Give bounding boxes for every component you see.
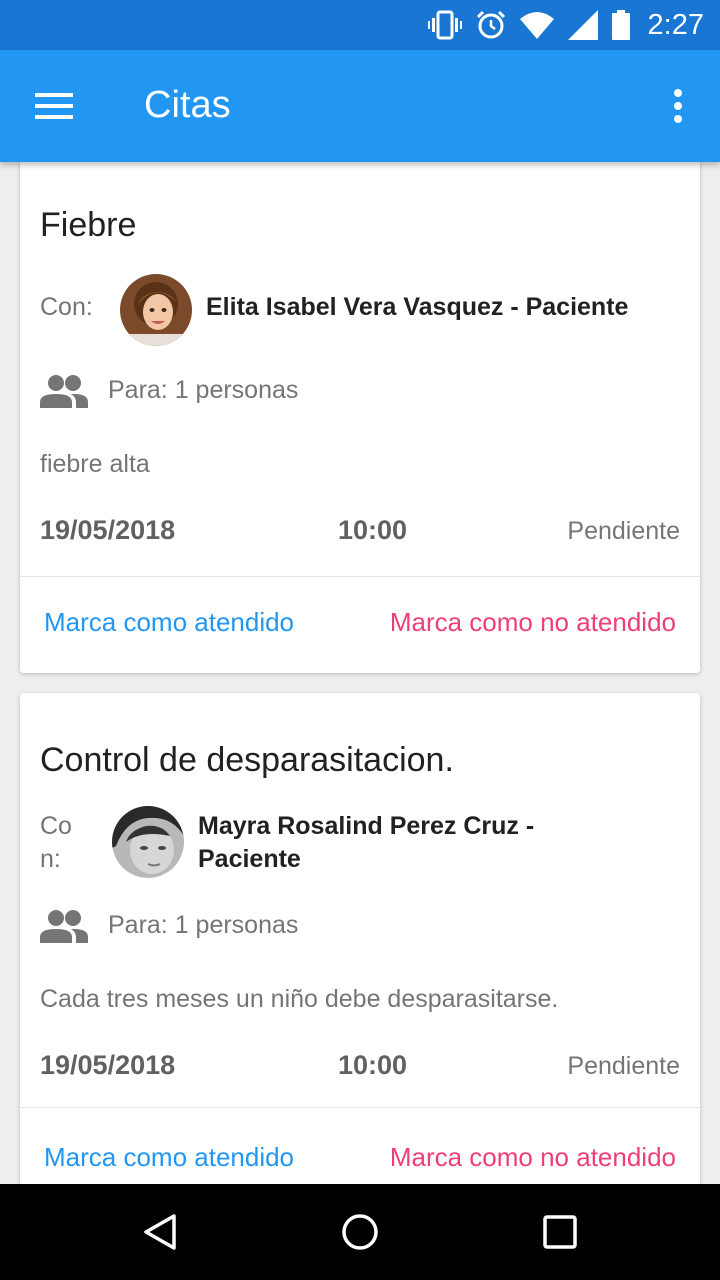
- para-text: Para: 1 personas: [108, 911, 299, 939]
- divider: [20, 1107, 700, 1108]
- person-name: Mayra Rosalind Perez Cruz - Paciente: [198, 810, 534, 876]
- appointment-card: Fiebre Con: Elita Isabel Vera Vasquez - …: [20, 162, 700, 673]
- person-name: Elita Isabel Vera Vasquez - Paciente: [206, 293, 629, 321]
- wifi-icon: [519, 12, 554, 39]
- vibrate-icon: [427, 10, 462, 40]
- time-text: 10:00: [338, 515, 408, 545]
- patient-photo-icon: [112, 806, 184, 878]
- back-icon: [144, 1214, 176, 1250]
- status-badge: Pendiente: [567, 1052, 680, 1080]
- recents-button[interactable]: [536, 1208, 584, 1256]
- con-label-line: n:: [40, 845, 61, 873]
- group-icon: [40, 375, 88, 408]
- more-vert-icon: [674, 89, 682, 123]
- home-icon: [342, 1214, 378, 1250]
- mark-attended-button[interactable]: Marca como atendido: [44, 607, 294, 638]
- patient-photo-icon: [120, 274, 192, 346]
- signal-icon: [567, 10, 598, 40]
- divider: [20, 576, 700, 577]
- home-button[interactable]: [336, 1208, 384, 1256]
- mark-not-attended-button[interactable]: Marca como no atendido: [390, 1142, 676, 1173]
- status-time: 2:27: [647, 8, 704, 41]
- time-text: 10:00: [338, 1050, 408, 1080]
- app-bar: Citas: [0, 50, 720, 162]
- description-text: fiebre alta: [40, 450, 150, 478]
- appointment-card: Control de desparasitacion. Co n: Mayra …: [20, 693, 700, 1184]
- description-text: Cada tres meses un niño debe desparasita…: [40, 985, 559, 1013]
- back-button[interactable]: [136, 1208, 184, 1256]
- date-text: 19/05/2018: [40, 515, 176, 545]
- mark-attended-button[interactable]: Marca como atendido: [44, 1142, 294, 1173]
- menu-button[interactable]: [26, 80, 82, 132]
- avatar[interactable]: [112, 806, 184, 878]
- alarm-icon: [476, 10, 505, 39]
- con-label: Co n:: [40, 810, 72, 876]
- battery-icon: [611, 10, 630, 40]
- appointment-title: Fiebre: [40, 206, 137, 244]
- status-icons: 2:27: [427, 0, 704, 50]
- person-name-line: Mayra Rosalind Perez Cruz -: [198, 812, 535, 840]
- con-label-line: Co: [40, 812, 72, 840]
- date-text: 19/05/2018: [40, 1050, 176, 1080]
- con-label: Con:: [40, 293, 93, 321]
- appointment-title: Control de desparasitacion.: [40, 741, 454, 779]
- mark-not-attended-button[interactable]: Marca como no atendido: [390, 607, 676, 638]
- status-bar: 2:27: [0, 0, 720, 50]
- menu-icon: [35, 93, 73, 119]
- navigation-bar: [0, 1184, 720, 1280]
- appointments-list[interactable]: Fiebre Con: Elita Isabel Vera Vasquez - …: [0, 162, 720, 1184]
- status-badge: Pendiente: [567, 517, 680, 545]
- more-options-button[interactable]: [658, 80, 698, 132]
- group-icon: [40, 910, 88, 943]
- person-name-line: Paciente: [198, 845, 301, 873]
- para-text: Para: 1 personas: [108, 376, 299, 404]
- avatar[interactable]: [120, 274, 192, 346]
- page-title: Citas: [144, 84, 231, 126]
- recents-icon: [543, 1215, 577, 1249]
